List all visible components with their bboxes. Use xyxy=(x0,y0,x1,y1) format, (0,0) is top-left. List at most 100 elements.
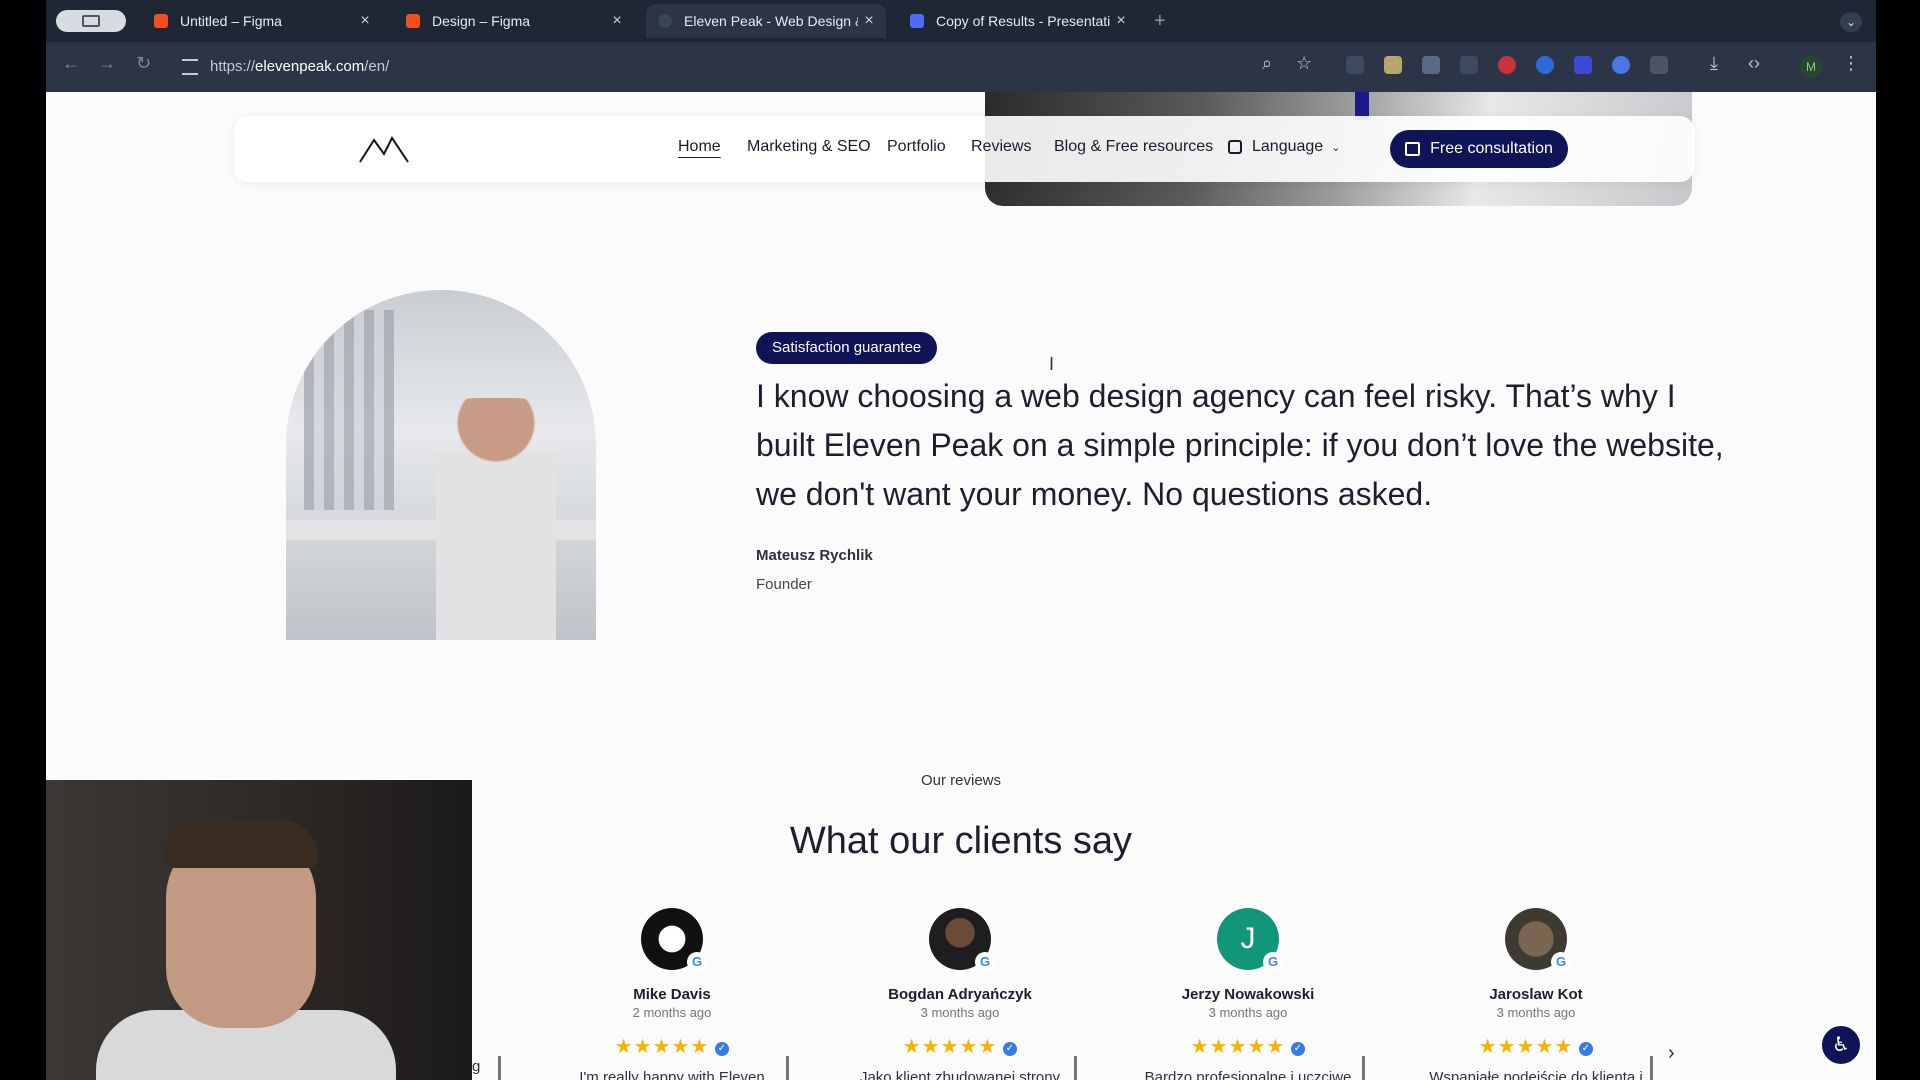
star-rating: ★★★★★ ✓ xyxy=(528,1034,816,1059)
tab-title: Untitled – Figma xyxy=(180,13,282,29)
star-rating: ★★★★★ ✓ xyxy=(816,1034,1104,1059)
review-time: 3 months ago xyxy=(1496,1005,1576,1020)
google-icon: G xyxy=(1263,952,1283,972)
nav-marketing-seo[interactable]: Marketing & SEO xyxy=(747,138,871,156)
carousel-next-icon[interactable]: › xyxy=(1668,1042,1675,1065)
free-consultation-button[interactable]: Free consultation xyxy=(1390,130,1568,168)
download-icon[interactable]: ⤓ xyxy=(1710,53,1718,74)
cta-label: Free consultation xyxy=(1430,140,1553,157)
site-settings-icon[interactable] xyxy=(182,59,198,75)
slides-icon xyxy=(910,14,924,28)
review-card[interactable]: G Bogdan Adryańczyk 3 months ago ★★★★★ ✓ … xyxy=(816,908,1104,1080)
reviewer-avatar: G xyxy=(1505,908,1571,972)
review-divider xyxy=(786,1056,789,1080)
new-tab-icon[interactable]: + xyxy=(1154,10,1166,33)
figma-icon xyxy=(154,14,168,28)
address-bar[interactable]: https://elevenpeak.com/en/ xyxy=(170,50,1370,84)
extensions-puzzle-icon[interactable] xyxy=(1650,56,1668,74)
verified-icon: ✓ xyxy=(1579,1042,1594,1056)
reload-icon[interactable]: ↻ xyxy=(136,53,151,74)
reviewer-name: Jaroslaw Kot xyxy=(1489,986,1583,1003)
extension-d-icon[interactable] xyxy=(1574,56,1592,74)
extension-image-icon[interactable] xyxy=(1384,56,1402,74)
close-tab-icon[interactable]: × xyxy=(858,12,880,30)
web-page: Home Marketing & SEO Portfolio Reviews B… xyxy=(46,92,1876,1080)
founder-name: Mateusz Rychlik xyxy=(756,547,873,564)
review-divider xyxy=(1362,1056,1365,1080)
profile-avatar[interactable]: M xyxy=(1800,56,1822,78)
google-icon: G xyxy=(975,952,995,972)
verified-icon: ✓ xyxy=(1003,1042,1018,1056)
tab-copy-of-results[interactable]: Copy of Results - Presentatio × xyxy=(898,4,1138,38)
tab-untitled-figma[interactable]: Untitled – Figma × xyxy=(142,4,382,38)
chevron-down-icon: ⌄ xyxy=(1331,141,1341,154)
language-selector[interactable]: Language ⌄ xyxy=(1228,138,1340,156)
review-divider xyxy=(1074,1056,1077,1080)
review-divider xyxy=(498,1056,501,1080)
reviewer-avatar: G xyxy=(929,908,995,972)
url-scheme: https:// xyxy=(210,58,256,75)
extension-circle-icon[interactable] xyxy=(1536,56,1554,74)
review-text: I'm really happy with Eleven xyxy=(579,1069,765,1080)
star-rating: ★★★★★ ✓ xyxy=(1104,1034,1392,1059)
site-favicon-icon xyxy=(658,14,672,28)
tab-design-figma[interactable]: Design – Figma × xyxy=(394,4,634,38)
language-icon xyxy=(1228,140,1242,154)
avatar-letter: J xyxy=(1240,922,1256,955)
webcam-overlay xyxy=(46,780,472,1080)
browser-menu-icon[interactable]: ⋮ xyxy=(1842,53,1860,74)
tab-eleven-peak[interactable]: Eleven Peak - Web Design & I × xyxy=(646,4,886,38)
review-time: 2 months ago xyxy=(632,1005,712,1020)
review-text: Jako klient zbudowanej strony xyxy=(859,1069,1061,1080)
nav-blog[interactable]: Blog & Free resources xyxy=(1054,138,1213,156)
tab-title: Copy of Results - Presentatio xyxy=(936,13,1110,29)
tab-search-icon xyxy=(82,15,100,27)
tab-list-chevron-icon[interactable]: ⌄ xyxy=(1840,12,1862,32)
extension-fx-icon[interactable] xyxy=(1460,56,1478,74)
close-tab-icon[interactable]: × xyxy=(354,12,376,30)
review-time: 3 months ago xyxy=(920,1005,1000,1020)
photo-window xyxy=(304,310,394,510)
webcam-hair xyxy=(164,820,318,868)
star-rating: ★★★★★ ✓ xyxy=(1392,1034,1680,1059)
verified-icon: ✓ xyxy=(1291,1042,1306,1056)
nav-home[interactable]: Home xyxy=(678,138,721,156)
close-tab-icon[interactable]: × xyxy=(1110,12,1132,30)
founder-quote: I know choosing a web design agency can … xyxy=(756,378,1724,512)
founder-photo xyxy=(286,290,596,640)
nav-reviews[interactable]: Reviews xyxy=(971,138,1031,156)
bookmark-star-icon[interactable]: ☆ xyxy=(1296,53,1312,74)
accessibility-icon[interactable]: ♿ xyxy=(1820,1024,1862,1066)
verified-icon: ✓ xyxy=(715,1042,730,1056)
back-arrow-icon[interactable]: ← xyxy=(62,53,80,74)
tab-title: Eleven Peak - Web Design & I xyxy=(684,13,858,29)
devtools-icon[interactable]: ‹› xyxy=(1748,53,1760,74)
calendar-icon xyxy=(1405,142,1421,156)
close-tab-icon[interactable]: × xyxy=(606,12,628,30)
extension-red-icon[interactable] xyxy=(1498,56,1516,74)
reviewer-name: Bogdan Adryańczyk xyxy=(888,986,1032,1003)
google-icon: G xyxy=(687,952,707,972)
forward-arrow-icon[interactable]: → xyxy=(98,53,116,74)
review-text: Wspaniałe podejście do klienta i xyxy=(1429,1069,1643,1080)
zoom-icon[interactable]: ⌕ xyxy=(1262,53,1272,74)
language-label: Language xyxy=(1252,138,1324,155)
figma-icon xyxy=(406,14,420,28)
tab-title: Design – Figma xyxy=(432,13,531,29)
extension-gear-icon[interactable] xyxy=(1612,56,1630,74)
review-card[interactable]: JG Jerzy Nowakowski 3 months ago ★★★★★ ✓ … xyxy=(1104,908,1392,1080)
tab-search-button[interactable] xyxy=(56,10,126,32)
eleven-peak-logo[interactable] xyxy=(358,134,410,164)
google-icon: G xyxy=(1551,952,1571,972)
review-card[interactable]: G Jaroslaw Kot 3 months ago ★★★★★ ✓ Wspan… xyxy=(1392,908,1680,1080)
review-card[interactable]: G Mike Davis 2 months ago ★★★★★ ✓ I'm rea… xyxy=(528,908,816,1080)
reviewer-avatar: G xyxy=(641,908,707,972)
satisfaction-badge: Satisfaction guarantee xyxy=(756,332,938,364)
clipped-review-text: g xyxy=(472,1058,481,1075)
extension-pen-icon[interactable] xyxy=(1346,56,1364,74)
extension-code-icon[interactable] xyxy=(1422,56,1440,74)
browser-chrome: Untitled – Figma × Design – Figma × Elev… xyxy=(46,0,1876,92)
toolbar: ← → ↻ https://elevenpeak.com/en/ ⌕ ☆ ⤓ ‹… xyxy=(46,42,1876,92)
photo-person xyxy=(436,398,556,640)
nav-portfolio[interactable]: Portfolio xyxy=(887,138,946,156)
